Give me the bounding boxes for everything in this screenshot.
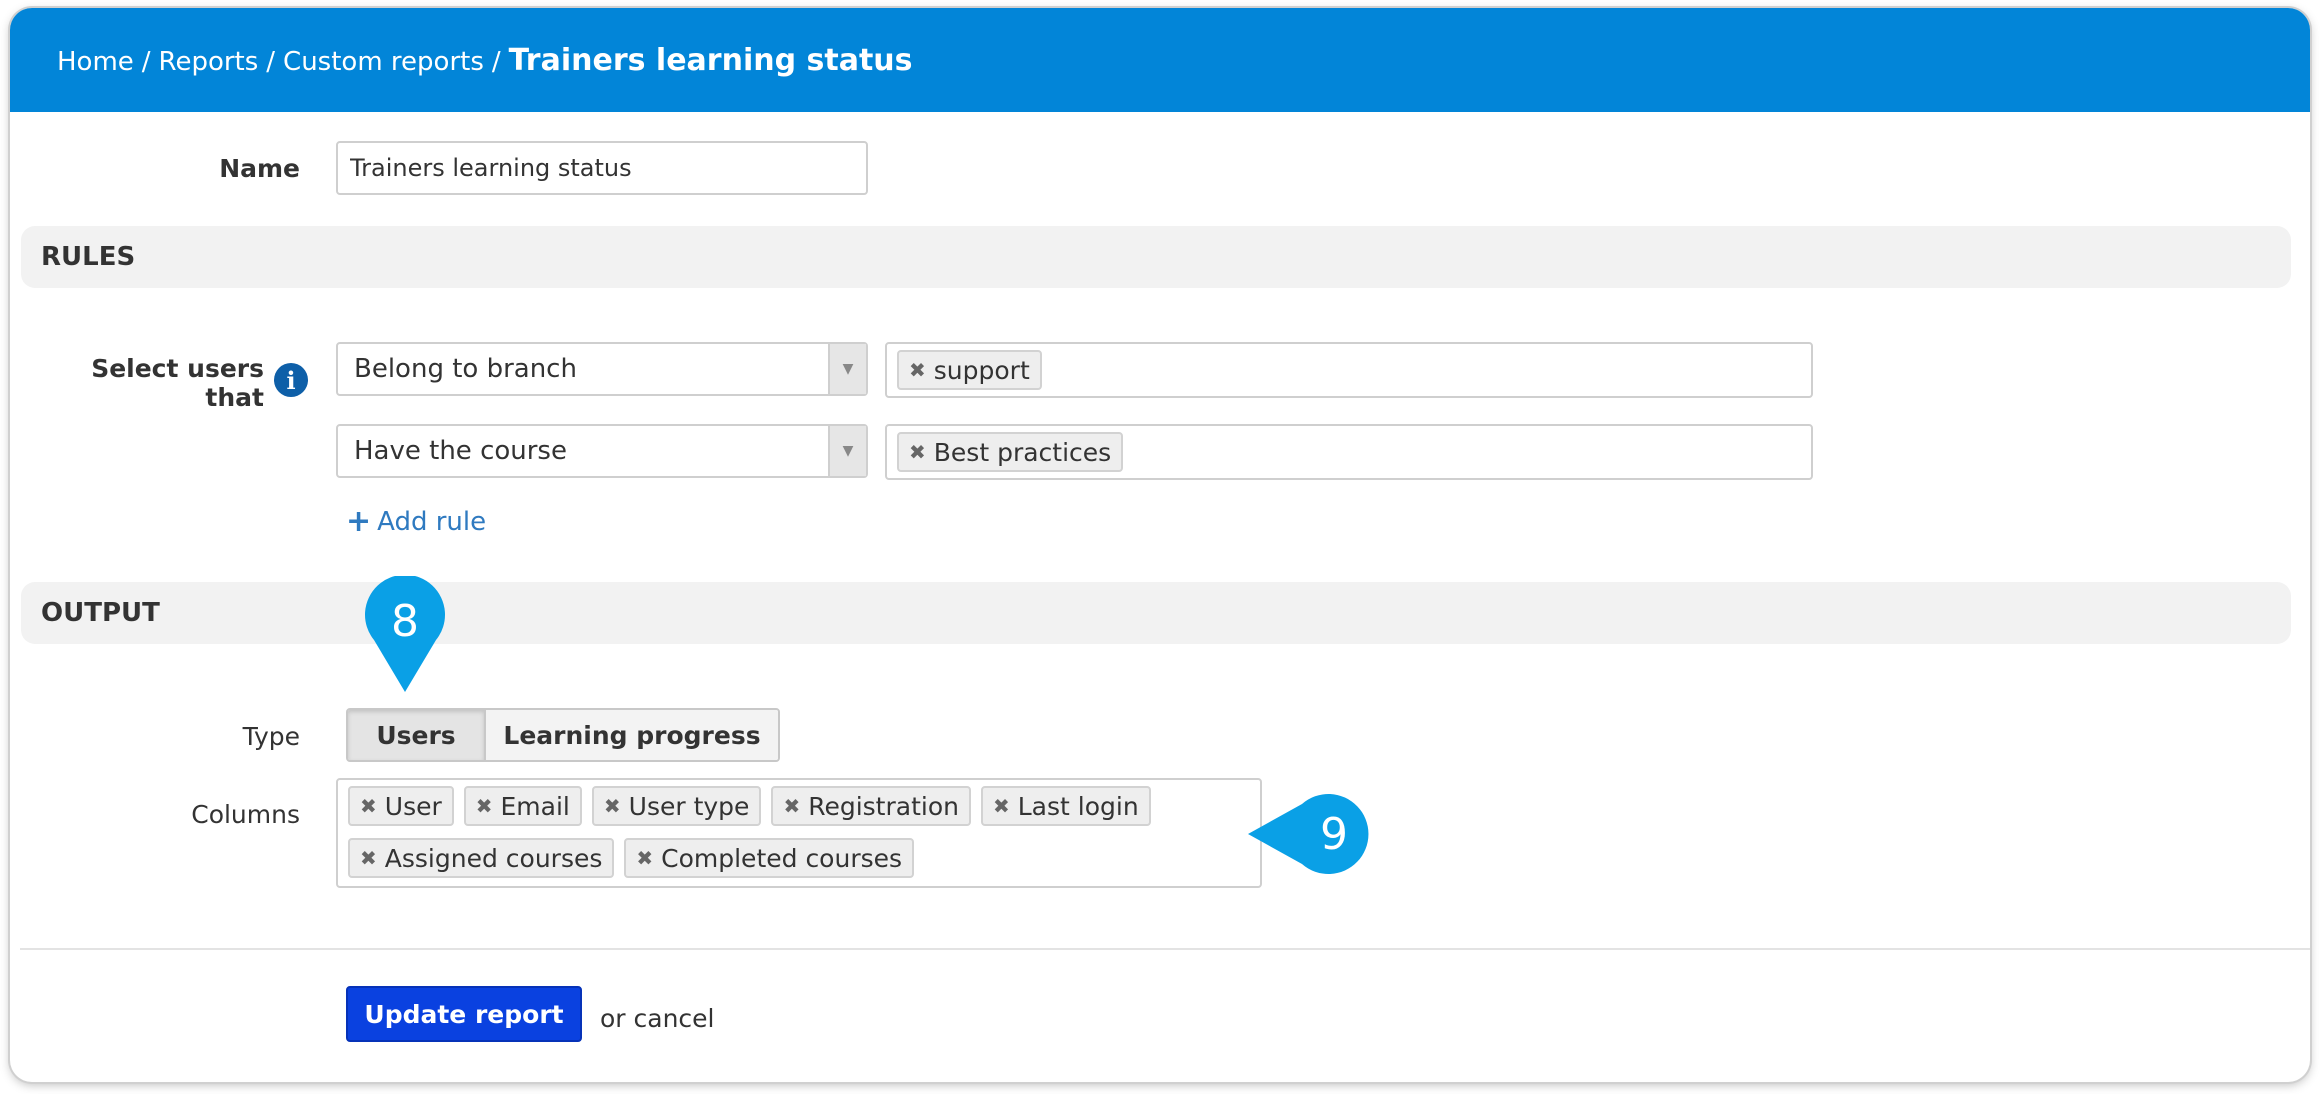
remove-icon[interactable]: ✖ <box>636 846 653 870</box>
rules-section-header: RULES <box>21 226 2291 288</box>
update-report-button[interactable]: Update report <box>346 986 582 1042</box>
tag-label: support <box>933 355 1030 385</box>
select-users-label: Select users that <box>91 354 264 412</box>
type-option-learning-progress[interactable]: Learning progress <box>486 710 778 760</box>
columns-tag-input[interactable]: ✖ User ✖ Email ✖ User type ✖ Registration ✖ L… <box>336 778 1262 888</box>
breadcrumb-separator: / <box>266 46 276 77</box>
column-label: User <box>384 791 442 821</box>
plus-icon: + <box>346 504 372 539</box>
column-chip: ✖ Registration <box>771 786 971 826</box>
breadcrumb-separator: / <box>491 46 501 77</box>
rule-value-tags-2[interactable]: ✖ Best practices <box>885 424 1813 480</box>
report-editor-card: Home / Reports / Custom reports / Trainers lea… <box>10 8 2310 1082</box>
add-rule-label: Add rule <box>377 506 487 537</box>
remove-icon[interactable]: ✖ <box>909 358 926 382</box>
column-label: User type <box>628 791 750 821</box>
breadcrumb: Home / Reports / Custom reports / Trainers lea… <box>57 43 913 78</box>
type-option-users[interactable]: Users <box>348 710 486 760</box>
tag-chip: ✖ support <box>897 350 1042 390</box>
column-chip: ✖ User type <box>591 786 762 826</box>
page-title: Trainers learning status <box>508 42 913 78</box>
column-label: Completed courses <box>661 843 903 873</box>
breadcrumb-home[interactable]: Home <box>57 47 134 77</box>
form-divider <box>20 948 2310 950</box>
column-label: Assigned courses <box>384 843 603 873</box>
columns-label: Columns <box>191 800 300 829</box>
page-header: Home / Reports / Custom reports / Trainers lea… <box>10 8 2310 112</box>
column-label: Registration <box>808 791 959 821</box>
cancel-link[interactable]: or cancel <box>600 1004 715 1033</box>
remove-icon[interactable]: ✖ <box>360 794 377 818</box>
breadcrumb-separator: / <box>141 46 151 77</box>
column-label: Email <box>500 791 570 821</box>
add-rule-link[interactable]: + Add rule <box>346 504 486 539</box>
chevron-down-icon[interactable]: ▼ <box>828 426 866 476</box>
type-label: Type <box>242 722 300 751</box>
column-label: Last login <box>1017 791 1139 821</box>
rule-condition-select-1[interactable]: Belong to branch ▼ <box>336 342 868 396</box>
breadcrumb-reports[interactable]: Reports <box>159 47 259 77</box>
column-chip: ✖ User <box>348 786 454 826</box>
breadcrumb-custom-reports[interactable]: Custom reports <box>283 47 484 77</box>
remove-icon[interactable]: ✖ <box>360 846 377 870</box>
name-label: Name <box>219 154 300 183</box>
rule-condition-select-2[interactable]: Have the course ▼ <box>336 424 868 478</box>
type-toggle: Users Learning progress <box>346 708 780 762</box>
remove-icon[interactable]: ✖ <box>604 794 621 818</box>
rule-value-tags-1[interactable]: ✖ support <box>885 342 1813 398</box>
name-input[interactable] <box>336 141 868 195</box>
rule-condition-value: Belong to branch <box>354 354 577 384</box>
callout-label-9: 9 <box>1320 808 1348 860</box>
callout-label-8: 8 <box>391 595 419 647</box>
column-chip: ✖ Last login <box>980 786 1151 826</box>
rule-condition-value: Have the course <box>354 436 567 466</box>
remove-icon[interactable]: ✖ <box>783 794 800 818</box>
remove-icon[interactable]: ✖ <box>476 794 493 818</box>
column-chip: ✖ Email <box>463 786 582 826</box>
tag-label: Best practices <box>933 437 1112 467</box>
remove-icon[interactable]: ✖ <box>909 440 926 464</box>
remove-icon[interactable]: ✖ <box>993 794 1010 818</box>
column-chip: ✖ Assigned courses <box>348 838 615 878</box>
column-chip: ✖ Completed courses <box>624 838 915 878</box>
info-icon[interactable]: i <box>274 363 308 397</box>
tag-chip: ✖ Best practices <box>897 432 1124 472</box>
chevron-down-icon[interactable]: ▼ <box>828 344 866 394</box>
